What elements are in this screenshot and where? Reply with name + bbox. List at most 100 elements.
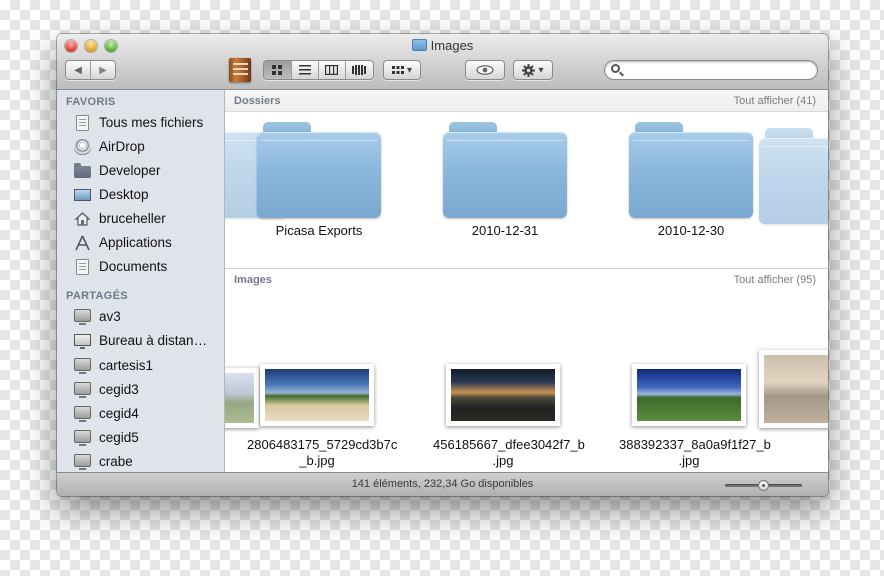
folder-icon bbox=[411, 39, 427, 51]
sidebar-item-label: Desktop bbox=[99, 187, 149, 202]
filename-line: 456185667_dfee3042f7_b bbox=[433, 437, 585, 452]
arrange-dropdown[interactable]: ▾ bbox=[383, 60, 421, 80]
airdrop-icon bbox=[74, 139, 91, 155]
coverflow-icon bbox=[352, 65, 367, 75]
sidebar-item-label: Bureau à distan… bbox=[99, 333, 208, 348]
arrange-grid-icon bbox=[391, 65, 404, 74]
sidebar-item-home[interactable]: bruceheller bbox=[57, 208, 224, 230]
sidebar-item-cegid5[interactable]: cegid5 bbox=[57, 427, 224, 449]
sidebar-item-label: cegid4 bbox=[99, 406, 139, 421]
filename-line: .jpg bbox=[492, 453, 514, 468]
sidebar-header-shared: PARTAGÉS bbox=[66, 290, 128, 302]
image-filename: 2806483175_5729cd3b7c _b.jpg bbox=[247, 437, 397, 469]
sidebar: FAVORIS Tous mes fichiers AirDrop Develo… bbox=[57, 90, 225, 472]
list-view-button[interactable] bbox=[292, 61, 319, 79]
gear-icon bbox=[522, 63, 536, 77]
monitor-icon bbox=[74, 309, 91, 325]
filename-line: 388392337_8a0a9f1f27_b bbox=[619, 437, 771, 452]
desktop-icon bbox=[74, 189, 91, 201]
sidebar-item-label: av3 bbox=[99, 309, 121, 324]
library-book-icon[interactable] bbox=[229, 58, 251, 82]
panorama-image bbox=[637, 369, 741, 421]
folder-label: 2010-12-31 bbox=[471, 223, 539, 238]
image-peek-left[interactable] bbox=[225, 368, 259, 428]
icon-grid-icon bbox=[271, 64, 282, 75]
section-header-images: Images Tout afficher (95) bbox=[225, 269, 828, 291]
window-title-text: Images bbox=[430, 38, 474, 53]
action-dropdown[interactable]: ▾ bbox=[513, 60, 553, 80]
applications-icon bbox=[75, 235, 90, 251]
back-button[interactable]: ◀ bbox=[66, 61, 91, 79]
sidebar-item-airdrop[interactable]: AirDrop bbox=[57, 136, 224, 158]
forward-button[interactable]: ▶ bbox=[91, 61, 115, 79]
folder-item[interactable] bbox=[257, 122, 381, 218]
sidebar-item-label: Applications bbox=[99, 235, 172, 250]
finder-window: Images ◀ ▶ ▾ ▾ FAVORIS Tous mes fichiers… bbox=[57, 34, 828, 496]
coverflow-view-button[interactable] bbox=[346, 61, 373, 79]
section-title: Dossiers bbox=[234, 95, 281, 107]
sidebar-item-crabe[interactable]: crabe bbox=[57, 451, 224, 472]
columns-icon bbox=[325, 65, 339, 75]
title-bar[interactable]: Images ◀ ▶ ▾ ▾ bbox=[57, 34, 828, 90]
sidebar-item-label: Documents bbox=[99, 259, 168, 274]
folder-peek-right[interactable] bbox=[759, 128, 828, 224]
search-field[interactable] bbox=[604, 60, 818, 80]
search-icon bbox=[611, 64, 620, 73]
sidebar-item-cegid3[interactable]: cegid3 bbox=[57, 379, 224, 401]
monitor-icon bbox=[74, 382, 91, 398]
folder-label: Picasa Exports bbox=[275, 223, 363, 238]
sidebar-item-label: bruceheller bbox=[99, 211, 166, 226]
sidebar-item-desktop[interactable]: Desktop bbox=[57, 184, 224, 206]
list-lines-icon bbox=[298, 65, 311, 75]
filename-line: .jpg bbox=[678, 453, 700, 468]
sidebar-item-label: Tous mes fichiers bbox=[99, 115, 204, 130]
image-filename: 388392337_8a0a9f1f27_b .jpg bbox=[619, 437, 771, 469]
panorama-image bbox=[265, 369, 369, 421]
all-files-icon bbox=[76, 115, 89, 131]
column-view-button[interactable] bbox=[319, 61, 346, 79]
content-area: Dossiers Tout afficher (41) Picasa Expor… bbox=[225, 90, 828, 472]
sidebar-item-documents[interactable]: Documents bbox=[57, 256, 224, 278]
sidebar-item-cartesis1[interactable]: cartesis1 bbox=[57, 355, 224, 377]
icon-size-slider[interactable] bbox=[725, 480, 802, 491]
slider-knob[interactable] bbox=[758, 480, 769, 491]
monitor-icon bbox=[74, 454, 91, 470]
folder-icon bbox=[257, 132, 381, 218]
folder-item[interactable] bbox=[629, 122, 753, 218]
eye-icon bbox=[476, 65, 494, 75]
sidebar-header-favorites: FAVORIS bbox=[66, 96, 116, 108]
monitor-icon bbox=[74, 406, 91, 422]
search-input[interactable] bbox=[625, 62, 815, 80]
sidebar-item-label: cegid3 bbox=[99, 382, 139, 397]
sidebar-item-label: cartesis1 bbox=[99, 358, 154, 373]
status-bar: 141 éléments, 232,34 Go disponibles bbox=[57, 472, 828, 496]
chevron-down-icon: ▾ bbox=[538, 64, 544, 76]
image-thumbnail[interactable] bbox=[260, 364, 374, 426]
sidebar-item-cegid4[interactable]: cegid4 bbox=[57, 403, 224, 425]
folder-icon bbox=[74, 163, 91, 178]
folder-icon bbox=[629, 132, 753, 218]
image-thumbnail[interactable] bbox=[632, 364, 746, 426]
folder-icon bbox=[443, 132, 567, 218]
back-arrow-icon: ◀ bbox=[74, 64, 82, 76]
quick-look-button[interactable] bbox=[465, 60, 505, 80]
sidebar-item-label: crabe bbox=[99, 454, 133, 469]
sidebar-item-all-files[interactable]: Tous mes fichiers bbox=[57, 112, 224, 134]
image-peek-right[interactable] bbox=[759, 350, 828, 428]
icon-view-button[interactable] bbox=[264, 61, 292, 79]
sidebar-item-developer[interactable]: Developer bbox=[57, 160, 224, 182]
sidebar-item-label: cegid5 bbox=[99, 430, 139, 445]
folder-item[interactable] bbox=[443, 122, 567, 218]
sidebar-item-remote-desktop[interactable]: Bureau à distan… bbox=[57, 330, 224, 352]
show-all-images-link[interactable]: Tout afficher (95) bbox=[734, 274, 816, 286]
remote-display-icon bbox=[74, 334, 91, 349]
sidebar-item-label: AirDrop bbox=[99, 139, 145, 154]
sidebar-item-applications[interactable]: Applications bbox=[57, 232, 224, 254]
folder-label: 2010-12-30 bbox=[657, 223, 725, 238]
sidebar-item-av3[interactable]: av3 bbox=[57, 306, 224, 328]
monitor-icon bbox=[74, 430, 91, 446]
show-all-folders-link[interactable]: Tout afficher (41) bbox=[734, 95, 816, 107]
home-icon bbox=[74, 212, 91, 226]
back-forward-control: ◀ ▶ bbox=[65, 60, 116, 80]
image-thumbnail[interactable] bbox=[446, 364, 560, 426]
